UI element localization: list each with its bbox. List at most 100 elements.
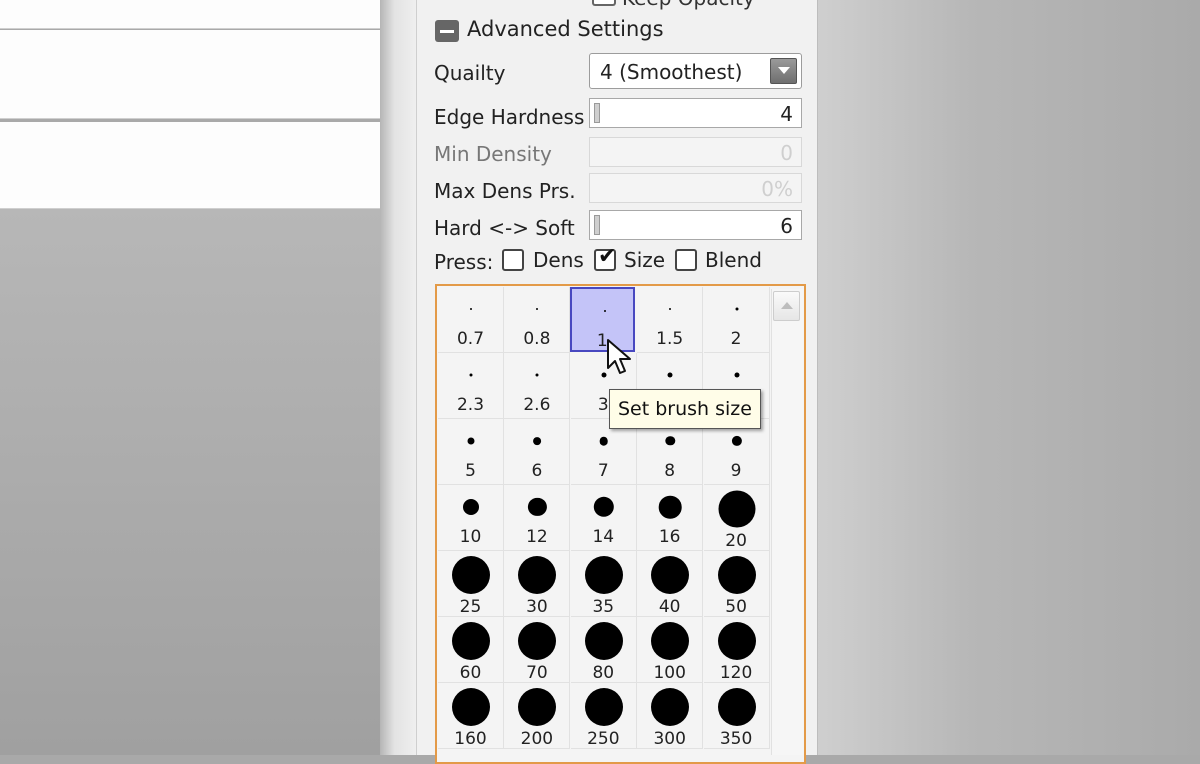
brush-size-label: 160 (454, 729, 487, 749)
brush-dot (470, 308, 472, 310)
dropdown-arrow-icon[interactable] (770, 58, 797, 84)
brush-size-cell[interactable]: 200 (504, 683, 571, 749)
edge-hardness-slider[interactable]: 4 (589, 98, 802, 128)
brush-size-cell[interactable]: 350 (703, 683, 770, 749)
brush-size-cell[interactable]: 35 (570, 551, 637, 617)
scroll-up-arrow-icon[interactable] (773, 291, 800, 321)
brush-size-label: 100 (653, 663, 686, 683)
brush-dot (518, 688, 557, 726)
brush-size-cell[interactable]: 12 (504, 485, 571, 551)
brush-size-cell[interactable]: 16 (637, 485, 704, 551)
brush-size-cell[interactable]: 2.3 (438, 353, 504, 419)
max-dens-prs-label: Max Dens Prs. (434, 179, 576, 203)
quality-label: Quailty (434, 61, 506, 85)
brush-size-label: 30 (526, 597, 548, 617)
brush-size-cell[interactable]: 2.6 (504, 353, 571, 419)
brush-size-cell[interactable]: 250 (570, 683, 637, 749)
brush-size-cell[interactable]: 40 (637, 551, 704, 617)
quality-value: 4 (Smoothest) (600, 60, 743, 84)
mouse-pointer-icon (607, 339, 631, 374)
brush-dot (658, 495, 682, 519)
brush-dot (651, 556, 690, 594)
brush-dot (735, 307, 739, 311)
brush-dot (533, 437, 542, 445)
press-blend-label: Blend (705, 248, 762, 272)
brush-dot (584, 556, 623, 594)
brush-size-cell[interactable]: 1.5 (637, 287, 704, 353)
brush-size-label: 2.3 (456, 395, 485, 415)
brush-size-label: 35 (592, 597, 615, 617)
edge-hardness-value: 4 (780, 102, 793, 126)
hard-soft-label: Hard <-> Soft (434, 216, 575, 240)
brush-size-label: 40 (658, 597, 681, 617)
tooltip: Set brush size (609, 389, 761, 429)
brush-dot (731, 435, 742, 447)
max-dens-prs-slider[interactable]: 0% (589, 173, 802, 203)
press-size-checkbox[interactable]: ✔ (594, 246, 616, 271)
brush-dot (651, 688, 690, 726)
brush-dot (599, 436, 609, 446)
brush-dot (452, 622, 490, 660)
min-density-slider[interactable]: 0 (589, 137, 802, 167)
brush-size-cell[interactable]: 120 (703, 617, 770, 683)
minus-square-icon[interactable] (435, 20, 459, 42)
quality-dropdown[interactable]: 4 (Smoothest) (589, 53, 802, 89)
brush-size-label: 10 (459, 527, 482, 547)
brush-size-cell[interactable]: 5 (438, 419, 504, 485)
brush-size-label: 80 (592, 663, 615, 683)
brush-size-cell[interactable]: 60 (438, 617, 504, 683)
advanced-settings-title[interactable]: Advanced Settings (467, 17, 664, 41)
press-dens-checkbox[interactable] (502, 249, 524, 271)
brush-size-label: 1.5 (656, 329, 684, 349)
brush-dot (717, 556, 756, 594)
brush-size-label: 300 (653, 729, 686, 749)
brush-size-cell[interactable]: 0.8 (504, 287, 571, 353)
brush-size-label: 25 (459, 597, 482, 617)
brush-size-label: 16 (658, 527, 681, 547)
hard-soft-slider[interactable]: 6 (589, 210, 802, 240)
brush-size-cell[interactable]: 160 (438, 683, 504, 749)
keep-opacity-checkbox[interactable] (592, 0, 616, 6)
brush-size-cell[interactable]: 2 (703, 287, 770, 353)
slider-knob[interactable] (594, 103, 600, 123)
brush-size-label: 8 (664, 461, 676, 481)
brush-size-cell[interactable]: 100 (637, 617, 704, 683)
brush-size-cell[interactable]: 30 (504, 551, 571, 617)
brush-size-label: 350 (719, 729, 753, 749)
keep-opacity-label: Keep Opacity (622, 0, 755, 10)
brush-size-label: 250 (587, 729, 620, 749)
left-panel-row (0, 30, 380, 119)
brush-dot (717, 622, 756, 660)
brush-size-cell[interactable]: 10 (438, 485, 504, 551)
brush-size-cell[interactable]: 25 (438, 551, 504, 617)
brush-dot (463, 499, 479, 515)
min-density-label: Min Density (434, 142, 552, 166)
brush-dot (518, 556, 557, 594)
brush-dot (452, 556, 490, 594)
brush-size-cell[interactable]: 50 (703, 551, 770, 617)
brush-dot (667, 372, 673, 378)
press-blend-checkbox[interactable] (675, 249, 697, 271)
brush-size-label: 50 (725, 597, 747, 617)
brush-size-cell[interactable]: 20 (703, 485, 770, 551)
brush-size-label: 20 (725, 531, 747, 551)
brush-size-cell[interactable]: 300 (637, 683, 704, 749)
press-dens-label: Dens (533, 248, 584, 272)
press-size-label: Size (624, 248, 666, 272)
brush-size-cell[interactable]: 6 (504, 419, 571, 485)
press-label: Press: (434, 250, 494, 274)
brush-size-cell[interactable]: 0.7 (438, 287, 504, 353)
brush-size-label: 6 (531, 461, 543, 481)
workspace-background (0, 209, 380, 755)
brush-size-cell[interactable]: 70 (504, 617, 571, 683)
brush-dot (584, 688, 623, 726)
brush-size-label: 0.7 (456, 329, 485, 349)
slider-knob[interactable] (594, 215, 600, 235)
brush-size-cell[interactable]: 80 (570, 617, 637, 683)
brush-size-label: 2.6 (523, 395, 551, 415)
edge-hardness-label: Edge Hardness (434, 105, 585, 129)
panel-shadow (380, 0, 416, 755)
scrollbar-track[interactable] (771, 289, 803, 755)
brush-size-cell[interactable]: 14 (570, 485, 637, 551)
workspace-background-right (817, 0, 1200, 755)
